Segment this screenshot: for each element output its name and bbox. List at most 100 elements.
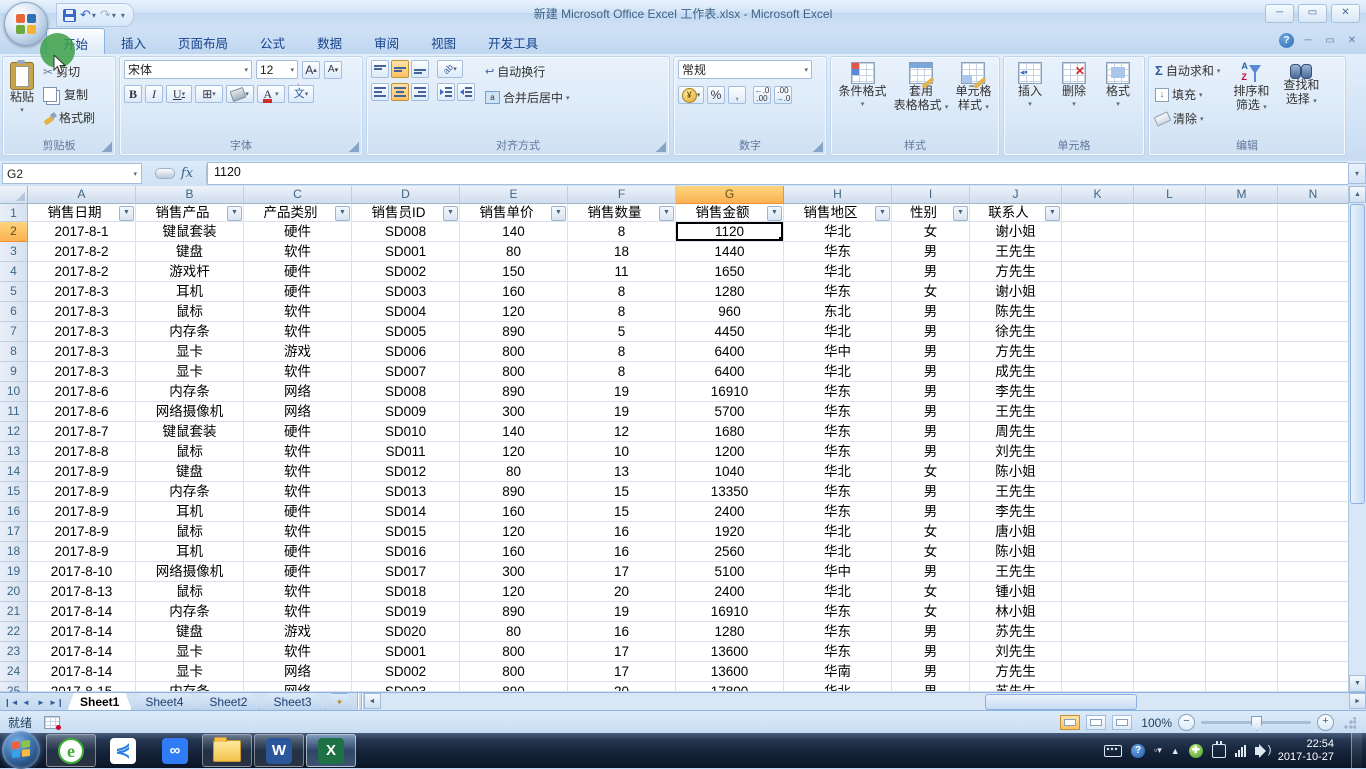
row-header-20[interactable]: 20 xyxy=(0,582,28,602)
cell-J10[interactable]: 李先生 xyxy=(970,382,1062,402)
column-header-N[interactable]: N xyxy=(1278,186,1349,204)
name-box[interactable]: G2▾ xyxy=(2,163,142,184)
column-header-L[interactable]: L xyxy=(1134,186,1206,204)
cell-K18[interactable] xyxy=(1062,542,1134,562)
cell-C2[interactable]: 硬件 xyxy=(244,222,352,242)
cell-H15[interactable]: 华东 xyxy=(784,482,892,502)
workbook-minimize-button[interactable]: ─ xyxy=(1300,35,1316,46)
align-center-button[interactable] xyxy=(391,83,409,101)
cell-C25[interactable]: 网络 xyxy=(244,682,352,692)
cell-M25[interactable] xyxy=(1206,682,1278,692)
fill-button[interactable]: ↓填充▾ xyxy=(1153,85,1222,104)
antivirus-tray-icon[interactable]: ✚ xyxy=(1189,744,1203,758)
cell-I15[interactable]: 男 xyxy=(892,482,970,502)
cell-K7[interactable] xyxy=(1062,322,1134,342)
cell-H19[interactable]: 华中 xyxy=(784,562,892,582)
cell-L11[interactable] xyxy=(1134,402,1206,422)
cell-D10[interactable]: SD008 xyxy=(352,382,460,402)
cell-L13[interactable] xyxy=(1134,442,1206,462)
cell-M16[interactable] xyxy=(1206,502,1278,522)
cell-D15[interactable]: SD013 xyxy=(352,482,460,502)
cell-M8[interactable] xyxy=(1206,342,1278,362)
cell-D2[interactable]: SD008 xyxy=(352,222,460,242)
dialog-launcher-icon[interactable] xyxy=(102,142,112,152)
cell-J9[interactable]: 成先生 xyxy=(970,362,1062,382)
cell-J1[interactable]: 联系人▼ xyxy=(970,204,1062,222)
cell-I13[interactable]: 男 xyxy=(892,442,970,462)
cell-M24[interactable] xyxy=(1206,662,1278,682)
cell-E5[interactable]: 160 xyxy=(460,282,568,302)
accounting-format-button[interactable]: ¥▾ xyxy=(678,86,704,104)
row-header-16[interactable]: 16 xyxy=(0,502,28,522)
cell-H25[interactable]: 华北 xyxy=(784,682,892,692)
cell-H13[interactable]: 华东 xyxy=(784,442,892,462)
cell-H20[interactable]: 华北 xyxy=(784,582,892,602)
cell-G3[interactable]: 1440 xyxy=(676,242,784,262)
cell-M20[interactable] xyxy=(1206,582,1278,602)
cell-A18[interactable]: 2017-8-9 xyxy=(28,542,136,562)
column-header-M[interactable]: M xyxy=(1206,186,1278,204)
decrease-indent-button[interactable] xyxy=(437,83,455,101)
column-header-H[interactable]: H xyxy=(784,186,892,204)
cell-K17[interactable] xyxy=(1062,522,1134,542)
cell-E19[interactable]: 300 xyxy=(460,562,568,582)
filter-button-G[interactable]: ▼ xyxy=(767,206,782,221)
cell-A7[interactable]: 2017-8-3 xyxy=(28,322,136,342)
row-header-14[interactable]: 14 xyxy=(0,462,28,482)
cell-E1[interactable]: 销售单价▼ xyxy=(460,204,568,222)
cell-A24[interactable]: 2017-8-14 xyxy=(28,662,136,682)
cell-L6[interactable] xyxy=(1134,302,1206,322)
cell-K14[interactable] xyxy=(1062,462,1134,482)
cell-A1[interactable]: 销售日期▼ xyxy=(28,204,136,222)
cell-J12[interactable]: 周先生 xyxy=(970,422,1062,442)
cell-D13[interactable]: SD011 xyxy=(352,442,460,462)
cell-A17[interactable]: 2017-8-9 xyxy=(28,522,136,542)
cell-C13[interactable]: 软件 xyxy=(244,442,352,462)
row-header-10[interactable]: 10 xyxy=(0,382,28,402)
first-sheet-button[interactable]: ❙◄ xyxy=(4,698,18,707)
cell-B13[interactable]: 鼠标 xyxy=(136,442,244,462)
merge-center-button[interactable]: a合并后居中▾ xyxy=(483,88,572,107)
cell-N3[interactable] xyxy=(1278,242,1349,262)
cell-N13[interactable] xyxy=(1278,442,1349,462)
cell-I17[interactable]: 女 xyxy=(892,522,970,542)
cell-C12[interactable]: 硬件 xyxy=(244,422,352,442)
cell-K11[interactable] xyxy=(1062,402,1134,422)
cell-H7[interactable]: 华北 xyxy=(784,322,892,342)
cell-L5[interactable] xyxy=(1134,282,1206,302)
cell-N16[interactable] xyxy=(1278,502,1349,522)
align-left-button[interactable] xyxy=(371,83,389,101)
cell-F3[interactable]: 18 xyxy=(568,242,676,262)
vertical-scroll-thumb[interactable] xyxy=(1350,204,1365,504)
cell-N24[interactable] xyxy=(1278,662,1349,682)
cell-F24[interactable]: 17 xyxy=(568,662,676,682)
cell-C16[interactable]: 硬件 xyxy=(244,502,352,522)
cell-G23[interactable]: 13600 xyxy=(676,642,784,662)
cell-F9[interactable]: 8 xyxy=(568,362,676,382)
align-bottom-button[interactable] xyxy=(411,60,429,78)
cell-D7[interactable]: SD005 xyxy=(352,322,460,342)
cell-I5[interactable]: 女 xyxy=(892,282,970,302)
taskbar-word[interactable]: W xyxy=(254,734,304,767)
cell-C17[interactable]: 软件 xyxy=(244,522,352,542)
page-break-view-button[interactable] xyxy=(1112,715,1132,730)
cell-B5[interactable]: 耳机 xyxy=(136,282,244,302)
cell-M1[interactable] xyxy=(1206,204,1278,222)
cell-E17[interactable]: 120 xyxy=(460,522,568,542)
cell-L22[interactable] xyxy=(1134,622,1206,642)
shrink-font-button[interactable]: A▾ xyxy=(324,61,342,79)
cell-I21[interactable]: 女 xyxy=(892,602,970,622)
cell-N10[interactable] xyxy=(1278,382,1349,402)
column-header-F[interactable]: F xyxy=(568,186,676,204)
conditional-formatting-button[interactable]: 条件格式▾ xyxy=(836,60,890,130)
cell-D5[interactable]: SD003 xyxy=(352,282,460,302)
insert-worksheet-button[interactable]: ✦ xyxy=(325,693,355,711)
cell-L14[interactable] xyxy=(1134,462,1206,482)
column-header-B[interactable]: B xyxy=(136,186,244,204)
ribbon-tab-数据[interactable]: 数据 xyxy=(301,28,358,54)
formula-bar-handle[interactable] xyxy=(155,168,175,179)
comma-style-button[interactable]: , xyxy=(728,86,746,104)
cell-G2[interactable]: 1120 xyxy=(676,222,784,242)
ribbon-tab-公式[interactable]: 公式 xyxy=(244,28,301,54)
cell-G7[interactable]: 4450 xyxy=(676,322,784,342)
